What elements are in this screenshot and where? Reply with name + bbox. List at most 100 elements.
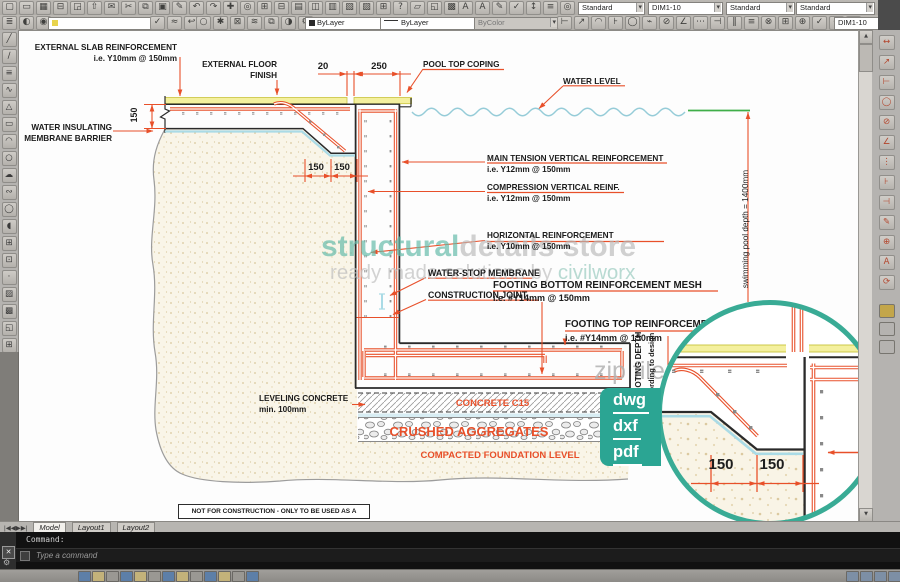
text-style-combobox[interactable]: Standard	[578, 2, 645, 15]
make-layer-current-icon[interactable]: ✓	[150, 16, 165, 30]
quick-dim-icon[interactable]: ⋯	[693, 16, 708, 30]
linetype-control-combobox[interactable]: ByLayer	[380, 17, 483, 30]
open-icon[interactable]: ▭	[19, 1, 34, 15]
layer-walk-icon[interactable]: ≋	[247, 16, 262, 30]
vertical-scrollbar[interactable]: ▲ ▼	[858, 30, 872, 521]
construction-line-icon[interactable]: ∕	[2, 49, 17, 64]
dim-radius-icon[interactable]: ◯	[879, 95, 895, 110]
zoom-previous-icon[interactable]: ⊟	[274, 1, 289, 15]
layers-ii-icon[interactable]	[879, 322, 895, 336]
annotation-monitor-toggle[interactable]	[246, 571, 259, 582]
layer-lock-icon[interactable]: ⊠	[230, 16, 245, 30]
osnap-toggle[interactable]	[134, 571, 147, 582]
markup-icon[interactable]: ▨	[359, 1, 374, 15]
properties-icon[interactable]: ▤	[291, 1, 306, 15]
dim-aligned-icon[interactable]: ↗	[574, 16, 589, 30]
dim-arc-length-icon[interactable]: ◠	[591, 16, 606, 30]
rectangle-icon[interactable]: ▭	[2, 117, 17, 132]
cut-icon[interactable]: ✂	[121, 1, 136, 15]
tab-navigation[interactable]: |◀◀▶▶|	[4, 524, 27, 532]
spell-check-icon[interactable]: ✓	[509, 1, 524, 15]
layer-list-combobox[interactable]	[48, 17, 159, 30]
first-tab-icon[interactable]: |◀	[4, 525, 11, 532]
hatch-icon[interactable]: ▩	[444, 1, 459, 15]
dim-text-icon[interactable]: A	[879, 255, 895, 270]
ducs-toggle[interactable]	[162, 571, 175, 582]
quick-view-drawings[interactable]	[874, 571, 887, 582]
layer-off-icon[interactable]: ○	[196, 16, 211, 30]
dim-continue-icon[interactable]: ‖	[727, 16, 742, 30]
command-input-row[interactable]: Type a command	[16, 548, 900, 562]
dim-space-icon[interactable]: ≡	[744, 16, 759, 30]
dim-linear-icon[interactable]: ⊢	[557, 16, 572, 30]
properties-ii-icon[interactable]	[879, 340, 895, 354]
region-icon[interactable]: ◱	[2, 321, 17, 336]
annotation-scale[interactable]	[888, 571, 900, 582]
line-icon[interactable]: ╱	[2, 32, 17, 47]
dwg-badge[interactable]: dwg	[600, 388, 661, 414]
dim-continue-icon[interactable]: ⊣	[879, 195, 895, 210]
etransmit-icon[interactable]: ✉	[104, 1, 119, 15]
table-style-combobox[interactable]: Standard	[726, 2, 795, 15]
dim-ordinate-icon[interactable]: ⊢	[879, 75, 895, 90]
justify-text-icon[interactable]: ≡	[543, 1, 558, 15]
quick-calc-icon[interactable]: ⊞	[376, 1, 391, 15]
spline-icon[interactable]: ∾	[2, 185, 17, 200]
plot-icon[interactable]: ⊟	[53, 1, 68, 15]
dim-baseline-icon[interactable]: ⊦	[879, 175, 895, 190]
transparency-toggle[interactable]	[204, 571, 217, 582]
sheet-set-icon[interactable]: ▧	[342, 1, 357, 15]
command-input[interactable]: Type a command	[36, 551, 97, 561]
revision-cloud-icon[interactable]: ☁	[2, 168, 17, 183]
dim-break-icon[interactable]: ⊗	[761, 16, 776, 30]
quick-dim-icon[interactable]: ⋮	[879, 155, 895, 170]
annotation-icon[interactable]	[879, 304, 895, 318]
customize-icon[interactable]	[3, 559, 10, 567]
edit-text-icon[interactable]: ✎	[492, 1, 507, 15]
match-properties-icon[interactable]: ✎	[172, 1, 187, 15]
color-control-combobox[interactable]: ByLayer	[305, 17, 392, 30]
mtext-icon[interactable]: A	[475, 1, 490, 15]
otrack-toggle[interactable]	[148, 571, 161, 582]
text-height-icon[interactable]: ↕	[526, 1, 541, 15]
polyline-icon[interactable]: ∿	[2, 83, 17, 98]
dim-aligned-icon[interactable]: ↗	[879, 55, 895, 70]
help-icon[interactable]: ?	[393, 1, 408, 15]
polar-toggle[interactable]	[120, 571, 133, 582]
dim-angular-icon[interactable]: ∠	[879, 135, 895, 150]
dim-inspect-icon[interactable]: ✓	[812, 16, 827, 30]
leader-icon[interactable]: ✎	[879, 215, 895, 230]
dim-linear-icon[interactable]: ↔	[879, 35, 895, 50]
center-mark-icon[interactable]: ⊕	[795, 16, 810, 30]
zoom-realtime-icon[interactable]: ◎	[240, 1, 255, 15]
last-tab-icon[interactable]: ▶|	[21, 525, 28, 532]
layer-properties-icon[interactable]: ≣	[2, 16, 17, 30]
undo-icon[interactable]: ↶	[189, 1, 204, 15]
scroll-down-icon[interactable]: ▼	[859, 508, 873, 522]
dxf-badge[interactable]: dxf	[600, 414, 661, 440]
dim-update-icon[interactable]: ⟳	[879, 275, 895, 290]
dim-diameter-icon[interactable]: ⊘	[659, 16, 674, 30]
quick-view-layouts[interactable]	[860, 571, 873, 582]
scrollbar-thumb[interactable]	[859, 44, 873, 72]
point-icon[interactable]: ·	[2, 270, 17, 285]
save-icon[interactable]: ▦	[36, 1, 51, 15]
dim-baseline-icon[interactable]: ⊣	[710, 16, 725, 30]
pdf-badge[interactable]: pdf	[600, 440, 661, 466]
tool-palettes-icon[interactable]: ▥	[325, 1, 340, 15]
snap-toggle[interactable]	[78, 571, 91, 582]
polygon-icon[interactable]: △	[2, 100, 17, 115]
plot-preview-icon[interactable]: ◲	[70, 1, 85, 15]
arc-icon[interactable]: ◠	[2, 134, 17, 149]
model-space-toggle[interactable]	[846, 571, 859, 582]
scroll-up-icon[interactable]: ▲	[859, 30, 873, 44]
hatch-tool-icon[interactable]: ▨	[2, 287, 17, 302]
insert-block-icon[interactable]: ⊞	[2, 236, 17, 251]
ellipse-icon[interactable]: ◯	[2, 202, 17, 217]
blend-icon[interactable]: ◑	[281, 16, 296, 30]
table-icon[interactable]: ◱	[427, 1, 442, 15]
center-mark-icon[interactable]: ⊕	[879, 235, 895, 250]
quick-properties-toggle[interactable]	[218, 571, 231, 582]
text-style-icon[interactable]: A	[458, 1, 473, 15]
pan-icon[interactable]: ✚	[223, 1, 238, 15]
